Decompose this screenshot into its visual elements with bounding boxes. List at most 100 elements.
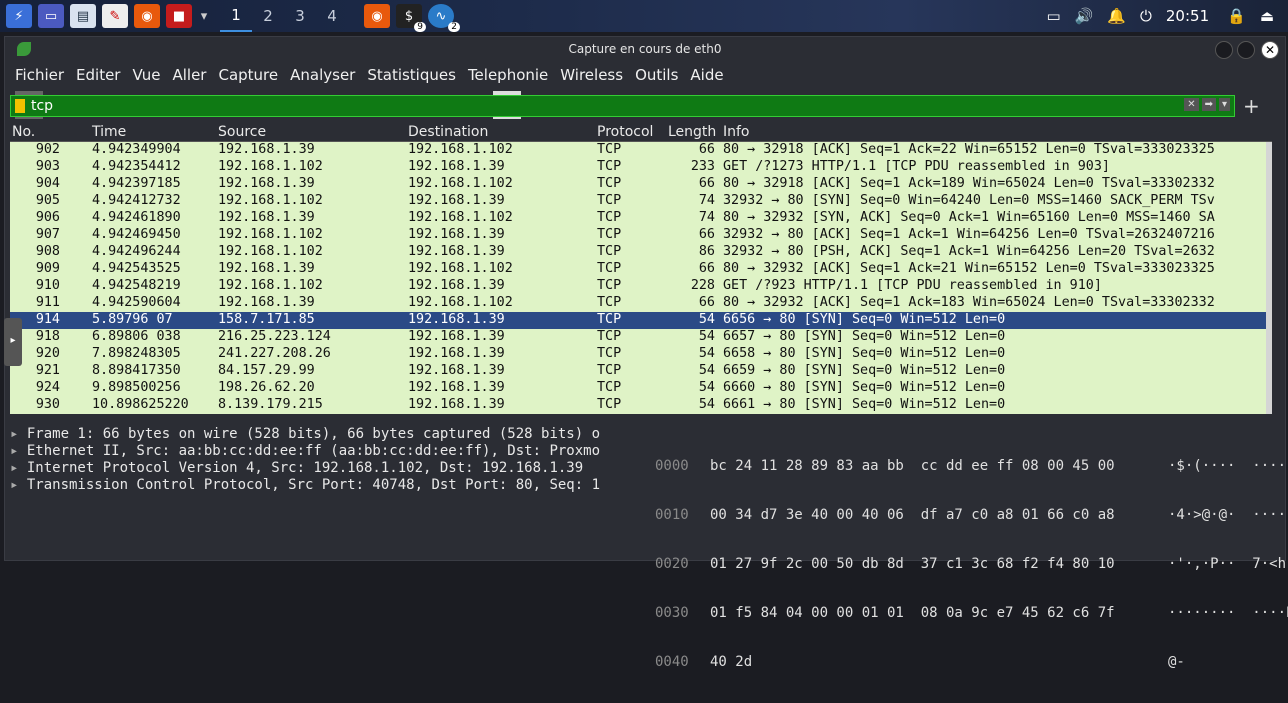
packet-row[interactable]: 930 10.898625220 8.139.179.215 192.168.1.39… xyxy=(10,397,1272,414)
power-icon[interactable]: ⏻ xyxy=(1140,7,1152,25)
window-titlebar[interactable]: Capture en cours de eth0 ✕ xyxy=(5,37,1285,63)
firefox-window-icon[interactable]: ◉ xyxy=(364,4,390,28)
packet-time: 4.942397185 xyxy=(92,176,181,191)
menu-telephonie[interactable]: Telephonie xyxy=(468,66,548,84)
packet-protocol: TCP xyxy=(597,363,622,378)
maximize-button[interactable] xyxy=(1237,41,1255,59)
packet-no: 911 xyxy=(35,295,60,310)
close-icon[interactable]: ✕ xyxy=(1261,41,1279,59)
terminal-badge: 9 xyxy=(414,22,426,32)
packet-protocol: TCP xyxy=(597,142,622,157)
chevron-down-icon[interactable]: ▾ xyxy=(198,4,210,28)
packet-info: GET /?923 HTTP/1.1 [TCP PDU reassembled … xyxy=(723,278,1102,293)
workspace-2[interactable]: 2 xyxy=(252,0,284,32)
packet-no: 904 xyxy=(35,176,60,191)
packet-row[interactable]: 903 4.942354412 192.168.1.102 192.168.1.39 T… xyxy=(10,159,1272,176)
packet-length: 54 xyxy=(698,380,715,395)
packet-info: 6661 → 80 [SYN] Seq=0 Win=512 Len=0 xyxy=(723,397,1006,412)
packet-row[interactable]: 902 4.942349904 192.168.1.39 192.168.1.102 T… xyxy=(10,142,1272,159)
packet-protocol: TCP xyxy=(597,159,622,174)
tree-item-frame[interactable]: ▸ Frame 1: 66 bytes on wire (528 bits), … xyxy=(10,426,640,443)
menu-statistiques[interactable]: Statistiques xyxy=(367,66,456,84)
menu-fichier[interactable]: Fichier xyxy=(15,66,64,84)
packet-info: 32932 → 80 [ACK] Seq=1 Ack=1 Win=64256 L… xyxy=(723,227,1215,242)
minimize-button[interactable] xyxy=(1215,41,1233,59)
packet-row[interactable]: 914 5.89796 07 158.7.171.85 192.168.1.39 TCP… xyxy=(10,312,1272,329)
packet-no: 909 xyxy=(35,261,60,276)
packet-info: 6660 → 80 [SYN] Seq=0 Win=512 Len=0 xyxy=(723,380,1006,395)
packet-row[interactable]: 924 9.898500256 198.26.62.20 192.168.1.39 TC… xyxy=(10,380,1272,397)
column-destination[interactable]: Destination xyxy=(408,124,488,140)
clock[interactable]: 20:51 xyxy=(1166,7,1209,25)
column-info[interactable]: Info xyxy=(723,124,750,140)
tree-item-tcp[interactable]: ▸ Transmission Control Protocol, Src Por… xyxy=(10,477,640,494)
packet-length: 86 xyxy=(698,244,715,259)
packet-source: 198.26.62.20 xyxy=(218,380,315,395)
packet-destination: 192.168.1.39 xyxy=(408,380,505,395)
volume-icon[interactable]: 🔊 xyxy=(1075,7,1094,25)
logout-icon[interactable]: ⏏ xyxy=(1260,7,1274,25)
tree-item-ipv4[interactable]: ▸ Internet Protocol Version 4, Src: 192.… xyxy=(10,460,640,477)
display-filter-input[interactable]: tcp ✕ ➡ ▾ xyxy=(10,95,1235,117)
side-panel-toggle[interactable]: ▸ xyxy=(4,318,22,366)
terminal-window-icon[interactable]: $ 9 xyxy=(396,4,426,32)
packet-bytes-pane: 0000 bc 24 11 28 89 83 aa bb cc dd ee ff … xyxy=(650,426,1288,703)
packet-destination: 192.168.1.39 xyxy=(408,227,505,242)
packet-info: 80 → 32932 [ACK] Seq=1 Ack=183 Win=65024… xyxy=(723,295,1215,310)
column-time[interactable]: Time xyxy=(92,124,126,140)
packet-row[interactable]: 909 4.942543525 192.168.1.39 192.168.1.102 T… xyxy=(10,261,1272,278)
text-editor-icon[interactable]: ✎ xyxy=(102,4,128,28)
firefox-icon[interactable]: ◉ xyxy=(134,4,160,28)
display-icon[interactable]: ▭ xyxy=(1046,7,1060,25)
column-length[interactable]: Length xyxy=(668,124,716,140)
menu-vue[interactable]: Vue xyxy=(132,66,160,84)
packet-row[interactable]: 905 4.942412732 192.168.1.102 192.168.1.39 T… xyxy=(10,193,1272,210)
apply-filter-icon[interactable]: ➡ xyxy=(1201,98,1216,111)
add-filter-button-icon[interactable]: + xyxy=(1243,94,1260,118)
column-protocol[interactable]: Protocol xyxy=(597,124,653,140)
packet-info: GET /?1273 HTTP/1.1 [TCP PDU reassembled… xyxy=(723,159,1110,174)
hex-row[interactable]: 0020 01 27 9f 2c 00 50 db 8d 37 c1 3c 68 … xyxy=(650,556,1288,573)
packet-row[interactable]: 908 4.942496244 192.168.1.102 192.168.1.39 T… xyxy=(10,244,1272,261)
packet-protocol: TCP xyxy=(597,244,622,259)
packet-row[interactable]: 910 4.942548219 192.168.1.102 192.168.1.39 T… xyxy=(10,278,1272,295)
notification-bell-icon[interactable]: 🔔 xyxy=(1107,7,1126,25)
menu-analyser[interactable]: Analyser xyxy=(290,66,355,84)
packet-row[interactable]: 904 4.942397185 192.168.1.39 192.168.1.102 T… xyxy=(10,176,1272,193)
packet-length: 66 xyxy=(698,227,715,242)
column-source[interactable]: Source xyxy=(218,124,266,140)
workspace-4[interactable]: 4 xyxy=(316,0,348,32)
packet-info: 6657 → 80 [SYN] Seq=0 Win=512 Len=0 xyxy=(723,329,1006,344)
file-manager-icon[interactable]: ▤ xyxy=(70,4,96,28)
clear-filter-icon[interactable]: ✕ xyxy=(1184,98,1199,111)
menu-aller[interactable]: Aller xyxy=(172,66,206,84)
workspace-3[interactable]: 3 xyxy=(284,0,316,32)
menu-wireless[interactable]: Wireless xyxy=(560,66,623,84)
hex-row[interactable]: 0010 00 34 d7 3e 40 00 40 06 df a7 c0 a8 … xyxy=(650,507,1288,524)
wireshark-window-icon[interactable]: ∿ 2 xyxy=(428,4,460,32)
menu-capture[interactable]: Capture xyxy=(218,66,278,84)
packet-row[interactable]: 921 8.898417350 84.157.29.99 192.168.1.39 TC… xyxy=(10,363,1272,380)
column-no[interactable]: No. xyxy=(12,124,35,140)
vertical-scrollbar[interactable] xyxy=(1266,142,1272,414)
hex-row[interactable]: 0030 01 f5 84 04 00 00 01 01 08 0a 9c e7 … xyxy=(650,605,1288,622)
bookmark-icon[interactable] xyxy=(15,99,25,113)
packet-row[interactable]: 911 4.942590604 192.168.1.39 192.168.1.102 T… xyxy=(10,295,1272,312)
tree-item-ethernet[interactable]: ▸ Ethernet II, Src: aa:bb:cc:dd:ee:ff (a… xyxy=(10,443,640,460)
filter-history-icon[interactable]: ▾ xyxy=(1218,98,1230,111)
hex-row[interactable]: 0040 40 2d @- xyxy=(650,654,1276,671)
packet-row[interactable]: 920 7.898248305 241.227.208.26 192.168.1.39… xyxy=(10,346,1272,363)
lock-icon[interactable]: 🔒 xyxy=(1227,7,1246,25)
workspace-1[interactable]: 1 xyxy=(220,0,252,32)
desktop-icon[interactable]: ▭ xyxy=(38,4,64,28)
packet-length: 66 xyxy=(698,261,715,276)
menu-outils[interactable]: Outils xyxy=(635,66,678,84)
packet-row[interactable]: 907 4.942469450 192.168.1.102 192.168.1.39 T… xyxy=(10,227,1272,244)
kali-menu-icon[interactable]: ⚡ xyxy=(6,4,32,28)
app-launcher-icon[interactable]: ■ xyxy=(166,4,192,28)
hex-row[interactable]: 0000 bc 24 11 28 89 83 aa bb cc dd ee ff … xyxy=(650,458,1288,475)
packet-row[interactable]: 906 4.942461890 192.168.1.39 192.168.1.102 T… xyxy=(10,210,1272,227)
menu-aide[interactable]: Aide xyxy=(690,66,723,84)
packet-row[interactable]: 918 6.89806 038 216.25.223.124 192.168.1.39… xyxy=(10,329,1272,346)
menu-editer[interactable]: Editer xyxy=(76,66,120,84)
